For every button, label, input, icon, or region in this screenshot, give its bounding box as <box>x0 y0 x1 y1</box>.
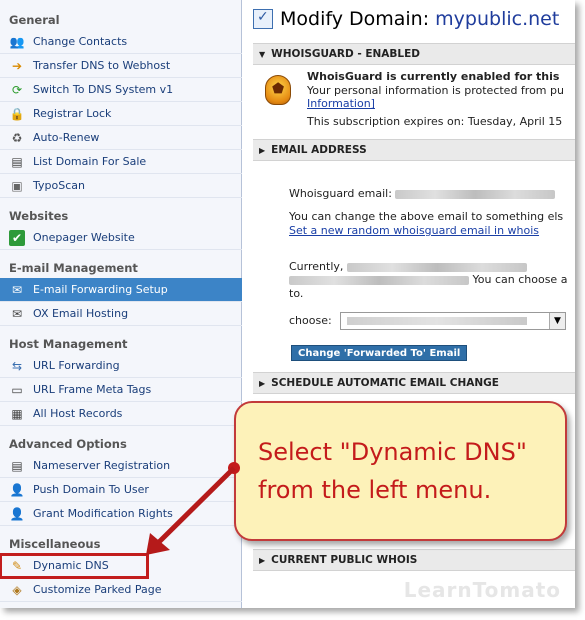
sidebar-item-email-forwarding[interactable]: ✉ E-mail Forwarding Setup <box>0 278 242 302</box>
sidebar: General 👥 Change Contacts ➔ Transfer DNS t… <box>0 0 242 608</box>
choose-text: You can choose a <box>289 273 567 286</box>
change-email-text: You can change the above email to someth… <box>289 210 564 223</box>
whoisguard-expiry: This subscription expires on: Tuesday, A… <box>307 115 563 128</box>
choose-label: choose: <box>289 314 332 327</box>
whoisguard-shield-icon <box>265 75 291 105</box>
triangle-down-icon: ▼ <box>259 49 266 59</box>
redacted-email <box>395 189 556 199</box>
redacted-forward-email <box>289 275 469 285</box>
arrow-right-icon: ➔ <box>11 58 23 73</box>
random-email-link[interactable]: Set a new random whoisguard email in who… <box>289 224 539 237</box>
sale-icon: ▤ <box>11 154 23 169</box>
section-title-miscellaneous: Miscellaneous <box>9 537 101 551</box>
forward-email-select[interactable]: ▼ <box>340 312 566 330</box>
check-icon: ✔ <box>9 229 25 246</box>
modify-page-icon <box>253 9 273 29</box>
sidebar-item-switch-dns[interactable]: ⟳ Switch To DNS System v1 <box>0 78 242 102</box>
schedule-email-change-bar[interactable]: ▶ SCHEDULE AUTOMATIC EMAIL CHANGE <box>253 372 575 394</box>
redacted-current-email <box>346 262 527 272</box>
mail-forward-icon: ✉ <box>11 282 23 297</box>
parked-page-icon: ◈ <box>12 582 22 597</box>
public-whois-bar[interactable]: ▶ CURRENT PUBLIC WHOIS <box>253 549 575 571</box>
to-text: to. <box>289 287 304 300</box>
whoisguard-info-text: Your personal information is protected f… <box>307 84 564 97</box>
url-forward-icon: ⇆ <box>11 358 23 373</box>
currently-text: Currently, <box>289 260 527 273</box>
sidebar-item-url-frame-meta[interactable]: ▭ URL Frame Meta Tags <box>0 378 242 402</box>
sidebar-item-auto-renew[interactable]: ♻ Auto-Renew <box>0 126 242 150</box>
whoisguard-info-link[interactable]: Information] <box>307 97 375 110</box>
switch-icon: ⟳ <box>11 82 23 97</box>
sidebar-item-grant-modification[interactable]: 👤 Grant Modification Rights <box>0 502 242 526</box>
renew-icon: ♻ <box>11 130 23 145</box>
section-title-general: General <box>9 13 60 27</box>
sidebar-item-dynamic-dns[interactable]: ✎ Dynamic DNS <box>0 553 149 579</box>
sidebar-item-url-forwarding[interactable]: ⇆ URL Forwarding <box>0 354 242 378</box>
whoisguard-section-bar[interactable]: ▼ WHOISGUARD - ENABLED <box>253 43 575 65</box>
chevron-down-icon: ▼ <box>549 313 565 329</box>
instruction-callout: Select "Dynamic DNS" from the left menu. <box>234 401 567 541</box>
whoisguard-heading: WhoisGuard is currently enabled for this <box>307 70 560 83</box>
frame-icon: ▭ <box>11 382 23 397</box>
sidebar-item-customize-parked-page[interactable]: ◈ Customize Parked Page <box>0 578 242 602</box>
page-title: Modify Domain: mypublic.net <box>280 8 560 30</box>
sidebar-item-typoscan[interactable]: ▣ TypoScan <box>0 174 242 198</box>
dynamic-dns-icon: ✎ <box>11 558 23 573</box>
sidebar-item-push-domain[interactable]: 👤 Push Domain To User <box>0 478 242 502</box>
section-title-email-management: E-mail Management <box>9 261 138 275</box>
watermark-logo: LearnTomato <box>403 578 561 602</box>
triangle-right-icon: ▶ <box>259 555 266 565</box>
lock-icon: 🔒 <box>9 106 25 121</box>
section-title-advanced-options: Advanced Options <box>9 437 127 451</box>
callout-text: Select "Dynamic DNS" from the left menu. <box>258 438 527 504</box>
sidebar-item-change-contacts[interactable]: 👥 Change Contacts <box>0 30 242 54</box>
domain-name: mypublic.net <box>435 8 560 30</box>
triangle-right-icon: ▶ <box>259 378 266 388</box>
sidebar-item-all-host-records[interactable]: ▦ All Host Records <box>0 402 242 426</box>
whoisguard-email-label: Whoisguard email: <box>289 187 556 200</box>
sidebar-item-nameserver-registration[interactable]: ▤ Nameserver Registration <box>0 454 242 478</box>
mail-icon: ✉ <box>11 306 23 321</box>
typoscan-icon: ▣ <box>11 178 23 193</box>
grant-icon: 👤 <box>9 506 25 521</box>
selected-email-value <box>347 317 527 325</box>
sidebar-item-ox-email[interactable]: ✉ OX Email Hosting <box>0 302 242 326</box>
sidebar-item-registrar-lock[interactable]: 🔒 Registrar Lock <box>0 102 242 126</box>
section-title-host-management: Host Management <box>9 337 128 351</box>
section-title-websites: Websites <box>9 209 69 223</box>
sidebar-item-transfer-dns[interactable]: ➔ Transfer DNS to Webhost <box>0 54 242 78</box>
push-user-icon: 👤 <box>9 482 25 497</box>
contacts-icon: 👥 <box>9 34 25 49</box>
page-header: Modify Domain: mypublic.net <box>253 8 559 30</box>
sidebar-item-onepager[interactable]: ✔ Onepager Website <box>0 226 242 250</box>
sidebar-item-list-for-sale[interactable]: ▤ List Domain For Sale <box>0 150 242 174</box>
change-forwarded-to-button[interactable]: Change 'Forwarded To' Email <box>291 345 468 361</box>
screenshot-frame: General 👥 Change Contacts ➔ Transfer DNS t… <box>0 0 575 608</box>
email-address-section-bar[interactable]: ▶ EMAIL ADDRESS <box>253 139 575 161</box>
nameserver-icon: ▤ <box>11 458 23 473</box>
host-records-icon: ▦ <box>11 406 23 421</box>
triangle-right-icon: ▶ <box>259 145 266 155</box>
